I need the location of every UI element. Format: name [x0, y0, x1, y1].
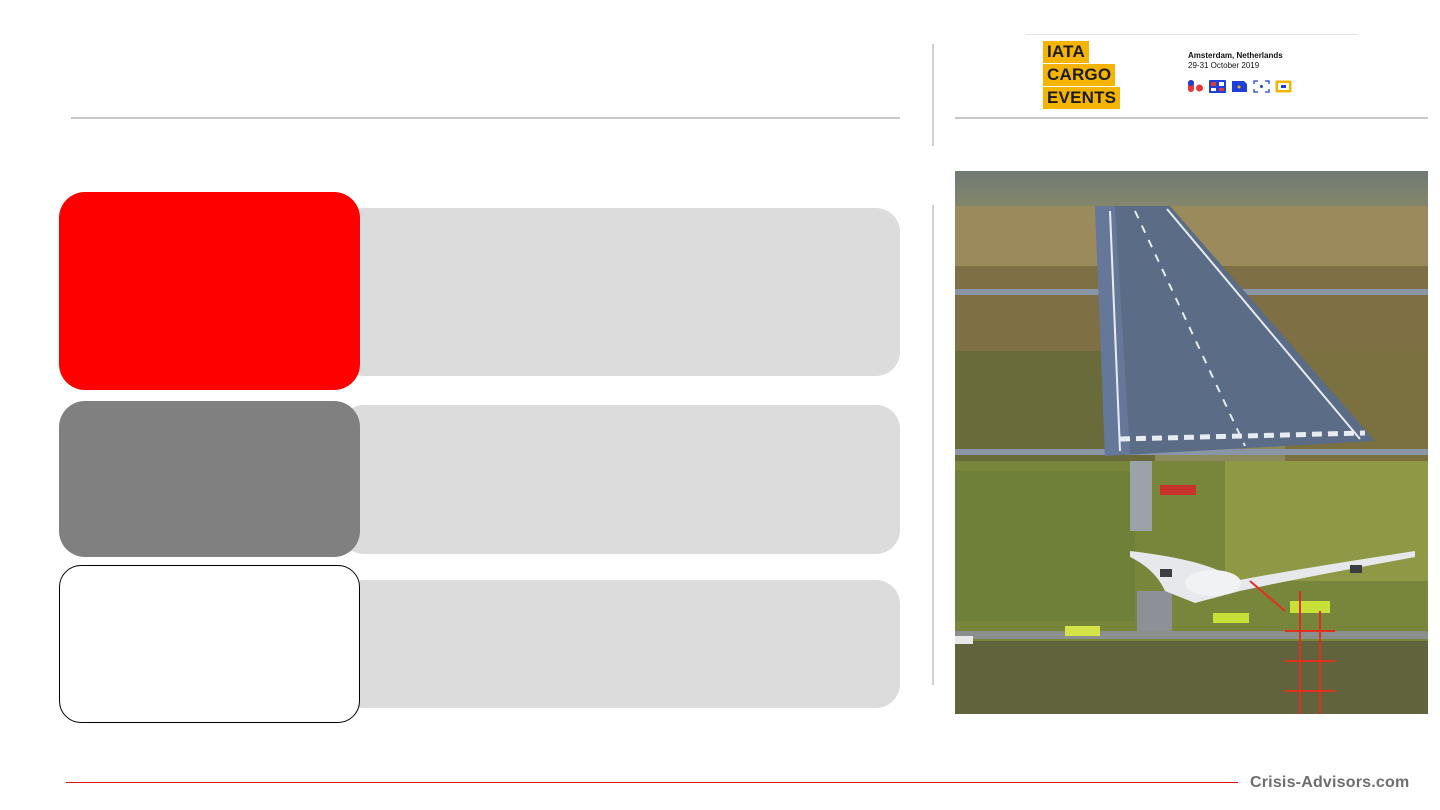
- card-2-header-grey: [59, 401, 360, 557]
- title-underline: [71, 117, 900, 119]
- logo-line-cargo: CARGO: [1043, 64, 1116, 86]
- vertical-divider: [932, 205, 934, 685]
- footer-brand[interactable]: Crisis-Advisors.com: [1250, 774, 1409, 792]
- header-right-underline: [955, 117, 1428, 119]
- logo-line-iata: IATA: [1043, 41, 1089, 63]
- card-1-header-red: [59, 192, 360, 390]
- event-location: Amsterdam, Netherlands: [1188, 51, 1283, 60]
- aircraft-incident-photo: [955, 171, 1428, 714]
- card-1-body: [340, 208, 900, 376]
- screen-icon: [1275, 80, 1292, 93]
- logo-top-rule: [1025, 34, 1358, 35]
- medical-icon: [1209, 80, 1226, 93]
- card-2-body: [340, 405, 900, 554]
- card-3-header-white: [59, 565, 360, 723]
- vertical-divider-top: [932, 44, 934, 146]
- card-3-body: [340, 580, 900, 708]
- document-icon: [1232, 81, 1247, 92]
- footer-rule: [66, 782, 1238, 783]
- pharma-icon: [1188, 80, 1203, 92]
- event-icon-row: [1187, 80, 1292, 93]
- logo-line-events: EVENTS: [1043, 87, 1121, 109]
- event-dates: 29-31 October 2019: [1188, 61, 1260, 70]
- scan-icon: [1253, 80, 1270, 93]
